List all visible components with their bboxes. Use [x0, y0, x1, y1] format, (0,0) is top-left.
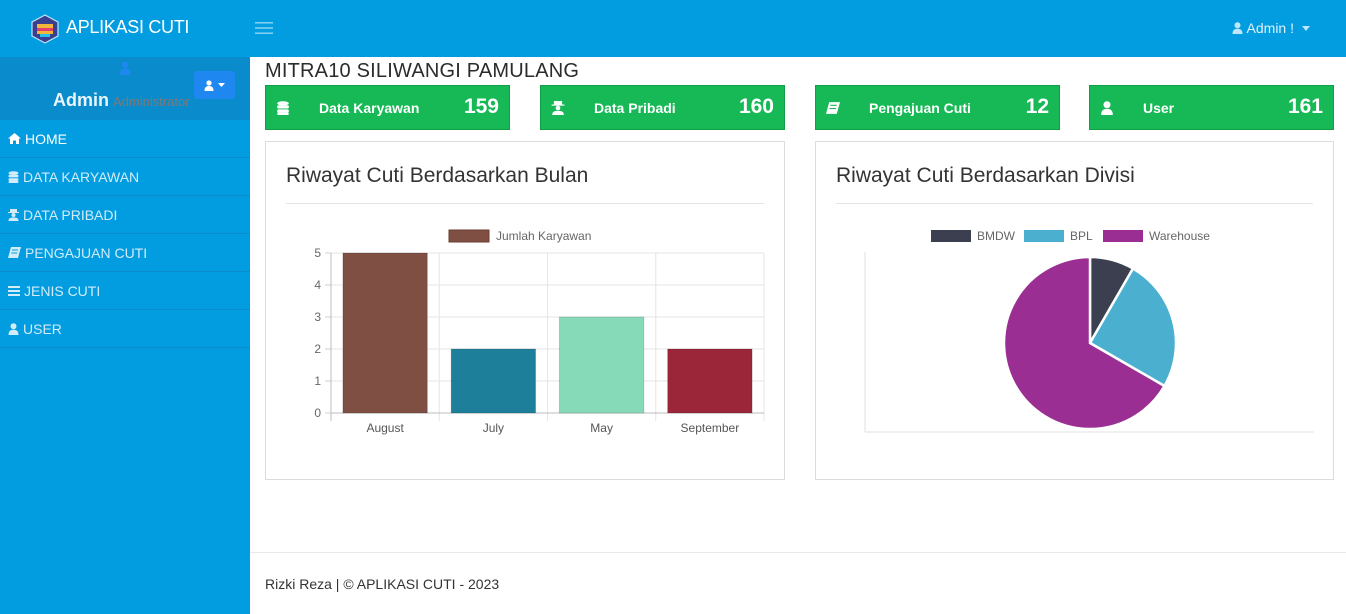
user-icon — [1232, 22, 1243, 34]
y-tick-label: 3 — [314, 310, 321, 324]
sidebar: APLIKASI CUTI Admin Administrator HOME D… — [0, 0, 250, 614]
profile-dropdown-button[interactable] — [194, 71, 235, 99]
sidebar-item-data-karyawan[interactable]: DATA KARYAWAN — [0, 158, 250, 196]
sidebar-item-label: PENGAJUAN CUTI — [25, 244, 148, 261]
panel-riwayat-divisi: Riwayat Cuti Berdasarkan Divisi BMDW BPL W… — [815, 141, 1334, 480]
stat-label: Data Pribadi — [594, 100, 676, 116]
footer-divider — [250, 552, 1346, 553]
x-tick-label: September — [681, 421, 740, 435]
page-title: MITRA10 SILIWANGI PAMULANG — [265, 60, 580, 82]
bar-july — [450, 348, 537, 414]
legend-swatch — [931, 230, 971, 242]
user-icon — [8, 322, 19, 335]
sidebar-item-label: USER — [23, 320, 62, 337]
user-icon — [119, 61, 131, 75]
database-icon — [8, 170, 19, 183]
user-menu-label: Admin ! — [1246, 20, 1294, 36]
book-icon — [826, 102, 840, 114]
sidebar-item-pengajuan-cuti[interactable]: PENGAJUAN CUTI — [0, 234, 250, 272]
y-tick-label: 0 — [314, 406, 321, 420]
user-menu-dropdown[interactable]: Admin ! — [1232, 20, 1310, 36]
sidebar-item-label: HOME — [25, 130, 67, 147]
user-profile-panel: Admin Administrator — [0, 57, 250, 120]
sidebar-item-home[interactable]: HOME — [0, 120, 250, 158]
bar-chart: Jumlah Karyawan 0 1 2 3 4 5 August July May Septem… — [314, 229, 765, 435]
user-icon — [204, 79, 214, 91]
bar-september — [667, 348, 753, 414]
x-tick-label: July — [483, 421, 504, 435]
y-tick-label: 2 — [314, 342, 321, 356]
list-icon — [8, 285, 20, 296]
bar-may — [558, 316, 645, 414]
bar-august — [342, 252, 428, 414]
profile-role: Administrator — [113, 94, 190, 109]
app-logo-icon — [31, 14, 59, 44]
y-tick-label: 1 — [314, 374, 321, 388]
book-icon — [8, 247, 21, 258]
database-icon — [277, 101, 289, 115]
stat-card-pengajuan-cuti[interactable]: Pengajuan Cuti 12 — [815, 85, 1060, 130]
pie-chart: BMDW BPL Warehouse — [864, 229, 1314, 433]
caret-down-icon — [218, 83, 225, 87]
legend-label: BMDW — [977, 229, 1016, 243]
stat-card-data-pribadi[interactable]: Data Pribadi 160 — [540, 85, 785, 130]
footer-text: Rizki Reza | © APLIKASI CUTI - 2023 — [265, 576, 500, 592]
stat-card-user[interactable]: User 161 — [1089, 85, 1334, 130]
legend-swatch — [448, 229, 490, 243]
sidebar-item-jenis-cuti[interactable]: JENIS CUTI — [0, 272, 250, 310]
home-icon — [8, 133, 21, 144]
user-secret-icon — [8, 208, 19, 221]
legend-label: Jumlah Karyawan — [496, 229, 591, 243]
app-title: APLIKASI CUTI — [66, 17, 190, 37]
brand[interactable]: APLIKASI CUTI — [0, 0, 250, 57]
sidebar-item-label: JENIS CUTI — [24, 282, 101, 299]
stat-value: 159 — [463, 95, 499, 118]
legend-label: Warehouse — [1149, 229, 1210, 243]
stat-label: Data Karyawan — [319, 100, 420, 116]
profile-name: Admin — [53, 90, 109, 110]
y-tick-label: 5 — [314, 246, 321, 260]
legend-swatch — [1024, 230, 1064, 242]
stat-label: User — [1143, 100, 1175, 116]
sidebar-item-label: DATA PRIBADI — [23, 206, 118, 223]
top-navbar: Admin ! — [250, 0, 1346, 57]
panel-riwayat-bulan: Riwayat Cuti Berdasarkan Bulan Jumlah Ka… — [265, 141, 785, 480]
user-secret-icon — [551, 101, 565, 115]
stat-value: 161 — [1287, 95, 1323, 118]
caret-down-icon — [1302, 25, 1310, 31]
legend-label: BPL — [1070, 229, 1093, 243]
sidebar-menu: HOME DATA KARYAWAN DATA PRIBADI PENGAJUA… — [0, 120, 250, 348]
hamburger-menu-icon[interactable] — [255, 20, 273, 36]
sidebar-item-user[interactable]: USER — [0, 310, 250, 348]
sidebar-item-label: DATA KARYAWAN — [23, 168, 140, 185]
legend-swatch — [1103, 230, 1143, 242]
y-tick-label: 4 — [314, 278, 321, 292]
stat-value: 12 — [1025, 95, 1049, 118]
stat-label: Pengajuan Cuti — [869, 100, 971, 116]
stat-value: 160 — [738, 95, 774, 118]
x-tick-label: May — [590, 421, 613, 435]
user-icon — [1101, 101, 1113, 115]
sidebar-item-data-pribadi[interactable]: DATA PRIBADI — [0, 196, 250, 234]
stat-card-data-karyawan[interactable]: Data Karyawan 159 — [265, 85, 510, 130]
x-tick-label: August — [366, 421, 404, 435]
